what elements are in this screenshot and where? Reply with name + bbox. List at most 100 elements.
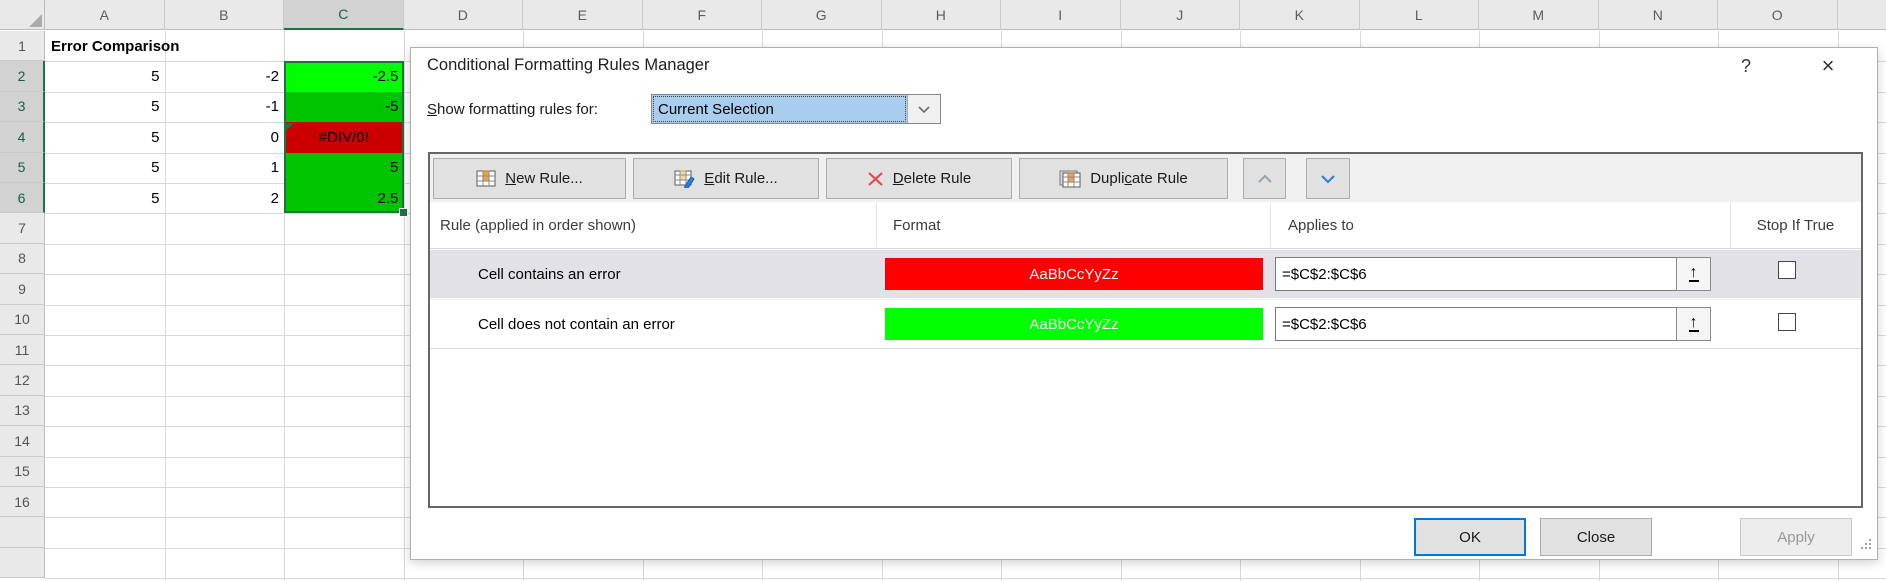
- rule-row-error[interactable]: Cell contains an error AaBbCcYyZz =$C$2:…: [430, 250, 1861, 298]
- column-header-D[interactable]: D: [404, 0, 524, 30]
- column-divider: [1730, 203, 1731, 247]
- row-header-partial[interactable]: [0, 548, 45, 578]
- row-header-partial[interactable]: [0, 517, 45, 547]
- cell-b2[interactable]: -2: [165, 61, 285, 91]
- excel-window: ABCDEFGHIJKLMNO12345678910111213141516Er…: [0, 0, 1886, 581]
- row-header-2[interactable]: 2: [0, 61, 45, 91]
- column-header-format: Format: [893, 202, 941, 248]
- cell-b6[interactable]: 2: [165, 183, 285, 213]
- cell-c3[interactable]: -5: [284, 92, 404, 122]
- stop-if-true-checkbox[interactable]: [1778, 313, 1796, 331]
- chevron-down-icon[interactable]: [907, 95, 940, 123]
- header-divider: [430, 248, 1861, 249]
- collapse-dialog-icon: ↑: [1689, 316, 1699, 332]
- range-selector-button[interactable]: ↑: [1676, 307, 1711, 341]
- column-header-K[interactable]: K: [1240, 0, 1360, 30]
- new-rule-button[interactable]: New Rule...: [433, 158, 626, 199]
- row-header-1[interactable]: 1: [0, 31, 45, 61]
- cell-a4[interactable]: 5: [45, 122, 165, 152]
- duplicate-rule-button[interactable]: Duplicate Rule: [1019, 158, 1228, 199]
- row-header-16[interactable]: 16: [0, 487, 45, 517]
- table-grid-copy-icon: [1059, 170, 1081, 188]
- column-header-E[interactable]: E: [523, 0, 643, 30]
- chevron-down-icon: [1320, 174, 1336, 184]
- cell-a1[interactable]: Error Comparison: [51, 31, 351, 61]
- row-header-14[interactable]: 14: [0, 426, 45, 456]
- row-header-4[interactable]: 4: [0, 122, 45, 152]
- row-header-7[interactable]: 7: [0, 213, 45, 243]
- rule-name: Cell does not contain an error: [478, 300, 675, 348]
- show-rules-dropdown[interactable]: Current Selection: [651, 94, 941, 124]
- column-header-O[interactable]: O: [1718, 0, 1838, 30]
- edit-rule-button[interactable]: Edit Rule...: [633, 158, 819, 199]
- row-header-12[interactable]: 12: [0, 365, 45, 395]
- cell-b3[interactable]: -1: [165, 92, 285, 122]
- row-header-6[interactable]: 6: [0, 183, 45, 213]
- row-header-13[interactable]: 13: [0, 396, 45, 426]
- cell-c5[interactable]: 5: [284, 153, 404, 183]
- table-grid-icon: [476, 170, 496, 187]
- row-header-8[interactable]: 8: [0, 244, 45, 274]
- cell-a3[interactable]: 5: [45, 92, 165, 122]
- dialog-title: Conditional Formatting Rules Manager: [427, 56, 709, 75]
- column-divider: [876, 203, 877, 247]
- cell-a5[interactable]: 5: [45, 153, 165, 183]
- column-header-L[interactable]: L: [1360, 0, 1480, 30]
- rule-row-no-error[interactable]: Cell does not contain an error AaBbCcYyZ…: [430, 300, 1861, 348]
- ok-button[interactable]: OK: [1414, 518, 1526, 556]
- row-header-3[interactable]: 3: [0, 92, 45, 122]
- cell-c4[interactable]: #DIV/0!: [284, 122, 404, 152]
- move-rule-down-button[interactable]: [1306, 158, 1350, 199]
- column-header-G[interactable]: G: [762, 0, 882, 30]
- row-header-9[interactable]: 9: [0, 274, 45, 304]
- row-header-5[interactable]: 5: [0, 153, 45, 183]
- close-button[interactable]: Close: [1540, 518, 1652, 556]
- applies-to-input[interactable]: =$C$2:$C$6: [1275, 307, 1677, 341]
- rules-list-frame: New Rule... Edit Rule... Delete Rule Dup…: [428, 152, 1863, 508]
- move-rule-up-button[interactable]: [1243, 158, 1286, 199]
- error-indicator-icon: [286, 123, 294, 131]
- rules-toolbar: New Rule... Edit Rule... Delete Rule Dup…: [430, 154, 1861, 202]
- column-header-F[interactable]: F: [643, 0, 763, 30]
- column-header-rule: Rule (applied in order shown): [440, 202, 636, 248]
- column-header-N[interactable]: N: [1599, 0, 1719, 30]
- select-all-corner[interactable]: [0, 0, 45, 30]
- cell-a2[interactable]: 5: [45, 61, 165, 91]
- cell-c6[interactable]: 2.5: [284, 183, 404, 213]
- table-grid-pencil-icon: [674, 170, 695, 188]
- delete-rule-label: Delete Rule: [893, 170, 971, 187]
- close-icon[interactable]: ×: [1809, 50, 1847, 82]
- column-header-applies-to: Applies to: [1288, 202, 1354, 248]
- row-header-15[interactable]: 15: [0, 457, 45, 487]
- resize-grip[interactable]: [1859, 537, 1872, 555]
- collapse-dialog-icon: ↑: [1689, 266, 1699, 282]
- row-header-11[interactable]: 11: [0, 335, 45, 365]
- column-header-C[interactable]: C: [284, 0, 404, 30]
- cell-b4[interactable]: 0: [165, 122, 285, 152]
- applies-to-input[interactable]: =$C$2:$C$6: [1275, 257, 1677, 291]
- column-header-M[interactable]: M: [1479, 0, 1599, 30]
- range-selector-button[interactable]: ↑: [1676, 257, 1711, 291]
- column-header-B[interactable]: B: [165, 0, 285, 30]
- format-preview: AaBbCcYyZz: [885, 258, 1263, 290]
- cell-a6[interactable]: 5: [45, 183, 165, 213]
- show-rules-dropdown-value[interactable]: Current Selection: [652, 95, 907, 123]
- cell-c2[interactable]: -2.5: [284, 61, 404, 91]
- row-divider: [430, 348, 1861, 349]
- stop-if-true-checkbox[interactable]: [1778, 261, 1796, 279]
- row-header-10[interactable]: 10: [0, 305, 45, 335]
- format-preview: AaBbCcYyZz: [885, 308, 1263, 340]
- fill-handle[interactable]: [399, 208, 408, 217]
- delete-rule-button[interactable]: Delete Rule: [826, 158, 1012, 199]
- cell-b5[interactable]: 1: [165, 153, 285, 183]
- apply-button[interactable]: Apply: [1740, 518, 1852, 556]
- red-x-icon: [867, 171, 884, 187]
- rule-name: Cell contains an error: [478, 250, 621, 298]
- column-header-partial[interactable]: [1838, 0, 1886, 30]
- help-icon[interactable]: ?: [1727, 50, 1765, 82]
- gridline-vertical: [404, 31, 405, 581]
- column-header-A[interactable]: A: [45, 0, 165, 30]
- column-header-I[interactable]: I: [1001, 0, 1121, 30]
- column-header-H[interactable]: H: [882, 0, 1002, 30]
- column-header-J[interactable]: J: [1121, 0, 1241, 30]
